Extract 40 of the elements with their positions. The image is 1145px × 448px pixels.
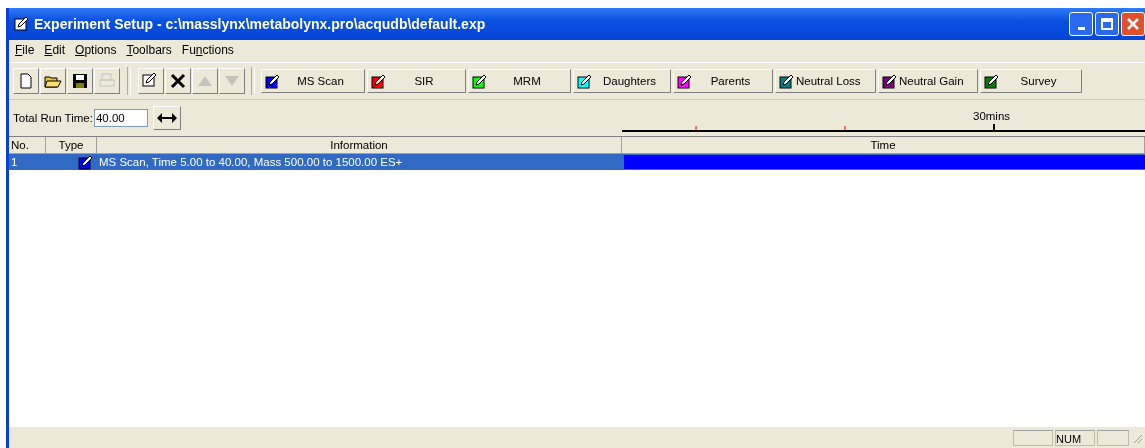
folder-button[interactable] (40, 68, 66, 94)
edit-button[interactable] (138, 68, 164, 94)
function-button[interactable]: Parents (673, 69, 773, 93)
window-title: Experiment Setup - c:\masslynx\metabolynx.pro\acqudb\default.exp (34, 16, 487, 32)
status-pane (1013, 429, 1053, 446)
function-button[interactable]: Daughters (573, 69, 671, 93)
app-icon (14, 16, 30, 32)
status-pane (1097, 429, 1129, 446)
menu-item[interactable]: Options (75, 43, 117, 59)
function-button[interactable]: Neutral Loss (775, 69, 876, 93)
minimize-icon (1077, 26, 1085, 30)
double-arrow-icon (155, 111, 178, 125)
menu-item[interactable]: Toolbars (126, 43, 172, 59)
expand-button[interactable] (152, 106, 181, 130)
function-button[interactable]: MRM (468, 69, 571, 93)
delete-button[interactable] (165, 68, 191, 94)
new-file-icon (17, 72, 35, 90)
delete-icon (169, 72, 187, 90)
floppy-disk-button[interactable] (67, 68, 93, 94)
timeline-label: 30mins (973, 110, 1011, 122)
maximize-button[interactable] (1095, 12, 1119, 36)
menu-item[interactable]: Functions (181, 43, 234, 59)
menu-item[interactable]: Edit (44, 43, 66, 59)
close-button[interactable] (1121, 12, 1145, 36)
new-file-button[interactable] (13, 68, 39, 94)
function-button[interactable]: Survey (980, 69, 1082, 93)
function-button[interactable]: SIR (367, 69, 466, 93)
close-icon (1126, 17, 1140, 31)
function-button[interactable]: MS Scan (261, 69, 365, 93)
table-cell-text: 1 (10, 156, 19, 168)
printer-icon (98, 72, 116, 90)
status-pane: NUM (1055, 429, 1095, 446)
table-row[interactable]: 1 MS Scan, Time 5.00 to 40.00, Mass 500.00 to 1500.00 ES+ (9, 154, 1145, 170)
maximize-icon (1100, 17, 1114, 31)
table-cell-text: MS Scan, Time 5.00 to 40.00, Mass 500.00 to 1500.00 ES+ (98, 156, 404, 168)
run-time-field[interactable]: 40.00 (93, 109, 148, 127)
menu-item[interactable]: File (15, 43, 35, 59)
function-button[interactable]: Neutral Gain (878, 69, 978, 93)
run-time-label: Total Run Time: (13, 112, 93, 124)
minimize-button[interactable] (1069, 12, 1093, 36)
